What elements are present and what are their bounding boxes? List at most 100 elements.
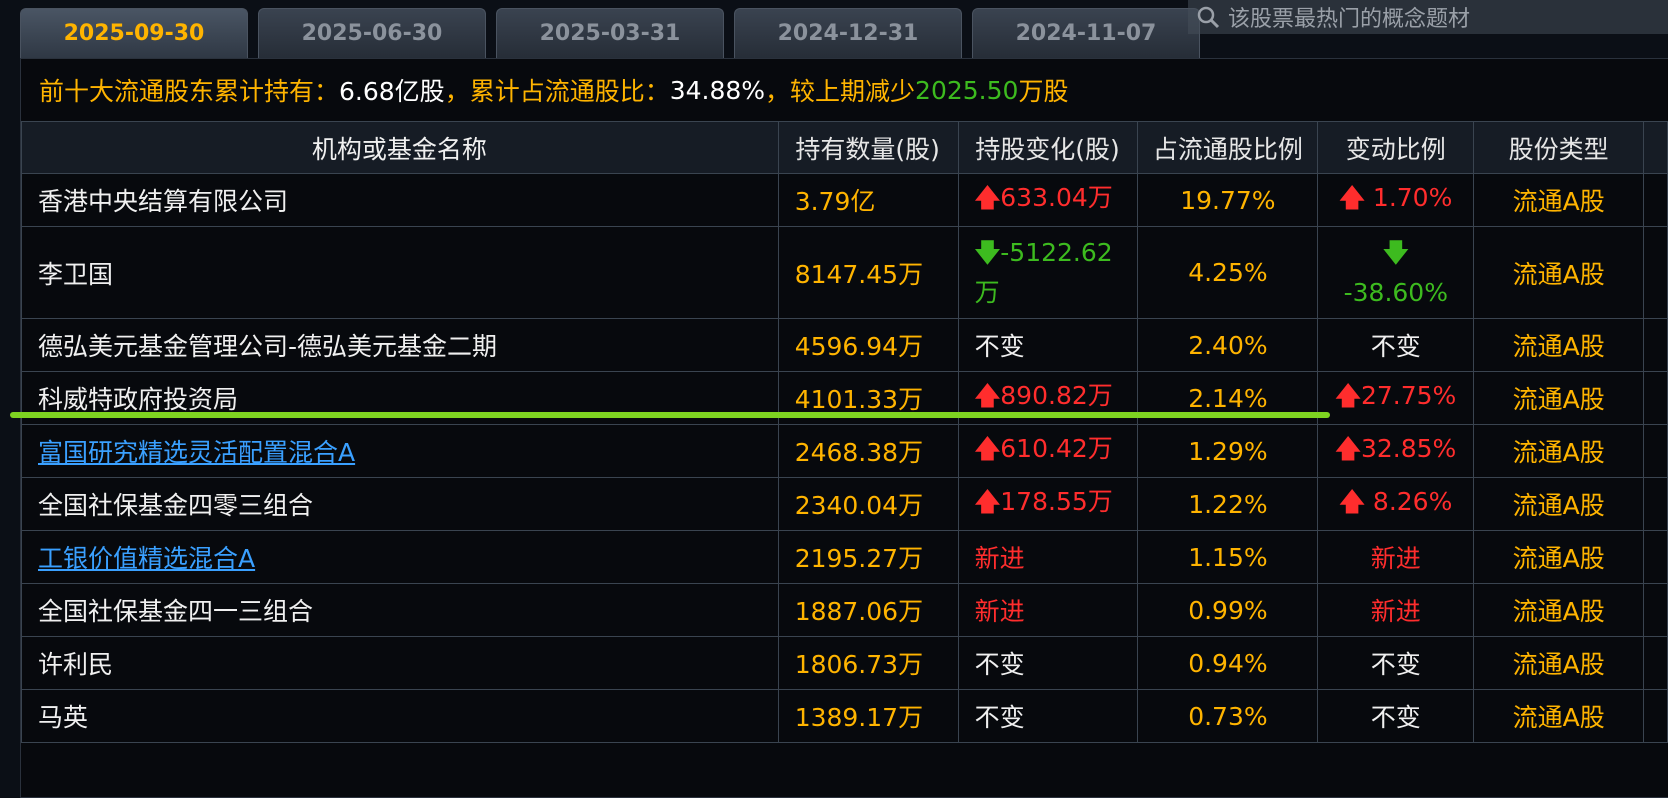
change-value: 不变 xyxy=(974,703,1025,732)
concept-search-box[interactable]: 该股票最热门的概念题材 xyxy=(1188,0,1668,34)
extra-cell xyxy=(1643,318,1668,372)
holder-name-cell: 全国社保基金四一三组合 xyxy=(21,583,779,637)
table-header-row: 机构或基金名称 持有数量(股) 持股变化(股) 占流通股比例 变动比例 股份类型 xyxy=(21,121,1668,174)
holdings-summary: 前十大流通股东累计持有： 6.68亿股 ，累计占流通股比： 34.88% ，较上… xyxy=(21,59,1668,122)
extra-cell xyxy=(1643,226,1668,319)
table-row: 香港中央结算有限公司 3.79亿 🡅633.04万 19.77% 🡅 1.70% 流通A股 xyxy=(21,173,1668,227)
extra-cell xyxy=(1643,636,1668,690)
change-cell: 不变 xyxy=(957,636,1139,690)
extra-cell xyxy=(1643,477,1668,531)
float-ratio-cell: 1.15% xyxy=(1137,530,1319,584)
extra-cell xyxy=(1643,371,1668,425)
float-ratio-cell: 1.29% xyxy=(1137,424,1319,478)
holder-name-cell: 富国研究精选灵活配置混合A xyxy=(21,424,779,478)
summary-total-holding: 6.68亿股 xyxy=(339,77,445,106)
arrow-up-icon: 🡅 xyxy=(1335,433,1361,463)
holder-name-cell: 李卫国 xyxy=(21,226,779,319)
change-cell: 🡅178.55万 xyxy=(957,477,1139,531)
table-row: 工银价值精选混合A 2195.27万 新进 1.15% 新进 流通A股 xyxy=(21,530,1668,584)
change-ratio-value: 不变 xyxy=(1370,332,1421,361)
change-ratio-value: 不变 xyxy=(1370,650,1421,679)
holder-name: 许利民 xyxy=(38,650,114,679)
header-change: 持股变化(股) xyxy=(957,121,1139,174)
change-ratio-cell: 不变 xyxy=(1317,689,1475,743)
float-ratio-cell: 2.40% xyxy=(1137,318,1319,372)
quantity-cell: 8147.45万 xyxy=(777,226,959,319)
summary-label-ratio: ，累计占流通股比： xyxy=(444,77,670,106)
float-ratio-cell: 0.99% xyxy=(1137,583,1319,637)
change-ratio-value: 27.75% xyxy=(1360,380,1457,410)
change-ratio-cell: 🡅32.85% xyxy=(1317,424,1475,478)
change-value: 不变 xyxy=(974,332,1025,361)
change-ratio-value: 1.70% xyxy=(1364,182,1453,212)
change-cell: 不变 xyxy=(957,318,1139,372)
change-ratio-value: 新进 xyxy=(1370,597,1421,626)
header-name: 机构或基金名称 xyxy=(21,121,779,174)
share-type-cell: 流通A股 xyxy=(1473,371,1645,425)
tab-2025-09-30[interactable]: 2025-09-30 xyxy=(20,8,248,58)
change-value: 178.55万 xyxy=(1000,487,1113,516)
summary-change-amount: 2025.50 xyxy=(915,75,1019,105)
search-placeholder: 该股票最热门的概念题材 xyxy=(1228,7,1471,32)
share-type-cell: 流通A股 xyxy=(1473,583,1645,637)
arrow-up-icon: 🡅 xyxy=(974,487,1001,516)
holder-name-cell: 马英 xyxy=(21,689,779,743)
change-ratio-cell: 新进 xyxy=(1317,583,1475,637)
share-type-cell: 流通A股 xyxy=(1473,636,1645,690)
float-ratio-cell: 4.25% xyxy=(1137,226,1319,319)
arrow-up-icon: 🡅 xyxy=(1335,380,1361,410)
table-row: 富国研究精选灵活配置混合A 2468.38万 🡅610.42万 1.29% 🡅32.85… xyxy=(21,424,1668,478)
tab-2024-12-31[interactable]: 2024-12-31 xyxy=(734,8,962,58)
change-ratio-cell: 🡅 8.26% xyxy=(1317,477,1475,531)
quantity-cell: 1806.73万 xyxy=(777,636,959,690)
holder-name-cell: 许利民 xyxy=(21,636,779,690)
change-value: 新进 xyxy=(974,597,1025,626)
arrow-up-icon: 🡅 xyxy=(1339,182,1365,212)
share-type-cell: 流通A股 xyxy=(1473,424,1645,478)
change-ratio-value: 32.85% xyxy=(1360,433,1457,463)
share-type-cell: 流通A股 xyxy=(1473,173,1645,227)
holder-name-cell: 香港中央结算有限公司 xyxy=(21,173,779,227)
tab-2025-03-31[interactable]: 2025-03-31 xyxy=(496,8,724,58)
change-cell: 🡇-5122.62万 xyxy=(957,226,1139,319)
arrow-down-icon: 🡇 xyxy=(1382,237,1409,267)
change-ratio-value: 新进 xyxy=(1370,544,1421,573)
quantity-cell: 4596.94万 xyxy=(777,318,959,372)
extra-cell xyxy=(1643,689,1668,743)
table-row: 许利民 1806.73万 不变 0.94% 不变 流通A股 xyxy=(21,636,1668,690)
change-cell: 🡅633.04万 xyxy=(957,173,1139,227)
header-quantity: 持有数量(股) xyxy=(777,121,959,174)
share-type-cell: 流通A股 xyxy=(1473,530,1645,584)
shareholder-panel: 前十大流通股东累计持有： 6.68亿股 ，累计占流通股比： 34.88% ，较上… xyxy=(20,58,1668,798)
holder-name: 科威特政府投资局 xyxy=(38,385,239,414)
share-type-cell: 流通A股 xyxy=(1473,318,1645,372)
change-ratio-cell: 不变 xyxy=(1317,318,1475,372)
annotation-highlight-line xyxy=(10,412,1330,418)
holder-name: 李卫国 xyxy=(38,259,114,289)
header-change-ratio: 变动比例 xyxy=(1317,121,1475,174)
summary-change-unit: 万股 xyxy=(1018,77,1069,106)
header-extra xyxy=(1643,121,1668,174)
change-value: 633.04万 xyxy=(1000,183,1113,212)
arrow-down-icon: 🡇 xyxy=(974,237,1001,267)
holder-name: 香港中央结算有限公司 xyxy=(38,187,289,216)
extra-cell xyxy=(1643,173,1668,227)
change-cell: 不变 xyxy=(957,689,1139,743)
holder-name-link[interactable]: 工银价值精选混合A xyxy=(38,544,255,573)
change-value: 不变 xyxy=(974,650,1025,679)
holder-name: 全国社保基金四零三组合 xyxy=(38,491,314,520)
tab-2025-06-30[interactable]: 2025-06-30 xyxy=(258,8,486,58)
table-row: 德弘美元基金管理公司-德弘美元基金二期 4596.94万 不变 2.40% 不变 流通A股 xyxy=(21,318,1668,372)
change-ratio-cell: 🡅27.75% xyxy=(1317,371,1475,425)
header-float-ratio: 占流通股比例 xyxy=(1137,121,1319,174)
extra-cell xyxy=(1643,583,1668,637)
tab-2024-11-07[interactable]: 2024-11-07 xyxy=(972,8,1200,58)
quantity-cell: 2195.27万 xyxy=(777,530,959,584)
share-type-cell: 流通A股 xyxy=(1473,477,1645,531)
quantity-cell: 2340.04万 xyxy=(777,477,959,531)
holder-name-link[interactable]: 富国研究精选灵活配置混合A xyxy=(38,438,355,467)
holder-name-cell: 工银价值精选混合A xyxy=(21,530,779,584)
holder-name: 德弘美元基金管理公司-德弘美元基金二期 xyxy=(38,332,498,361)
quantity-cell: 3.79亿 xyxy=(777,173,959,227)
arrow-up-icon: 🡅 xyxy=(974,434,1001,463)
